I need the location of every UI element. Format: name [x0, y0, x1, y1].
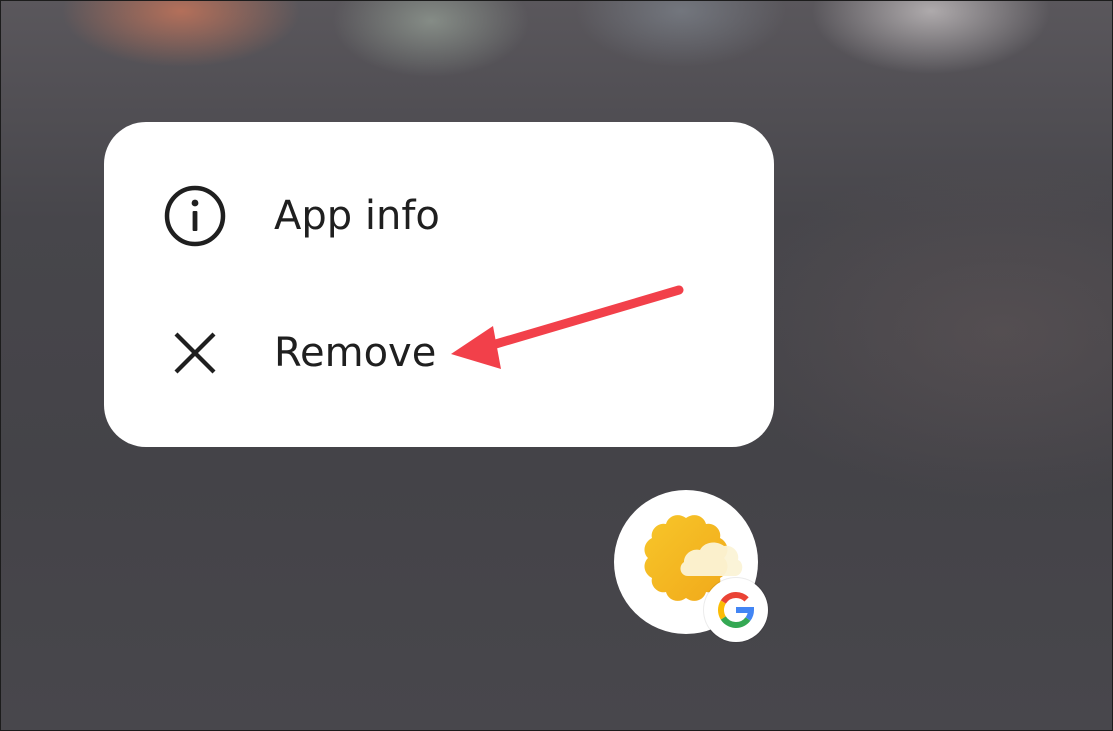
info-icon — [162, 183, 228, 249]
app-context-menu: App info Remove — [104, 122, 774, 447]
google-badge — [704, 578, 768, 642]
home-screen-background: App info Remove — [0, 0, 1113, 731]
google-g-icon — [718, 591, 755, 628]
remove-label: Remove — [274, 330, 437, 376]
close-icon — [162, 320, 228, 386]
app-info-label: App info — [274, 193, 440, 239]
app-info-menu-item[interactable]: App info — [104, 161, 774, 271]
remove-menu-item[interactable]: Remove — [104, 298, 774, 408]
